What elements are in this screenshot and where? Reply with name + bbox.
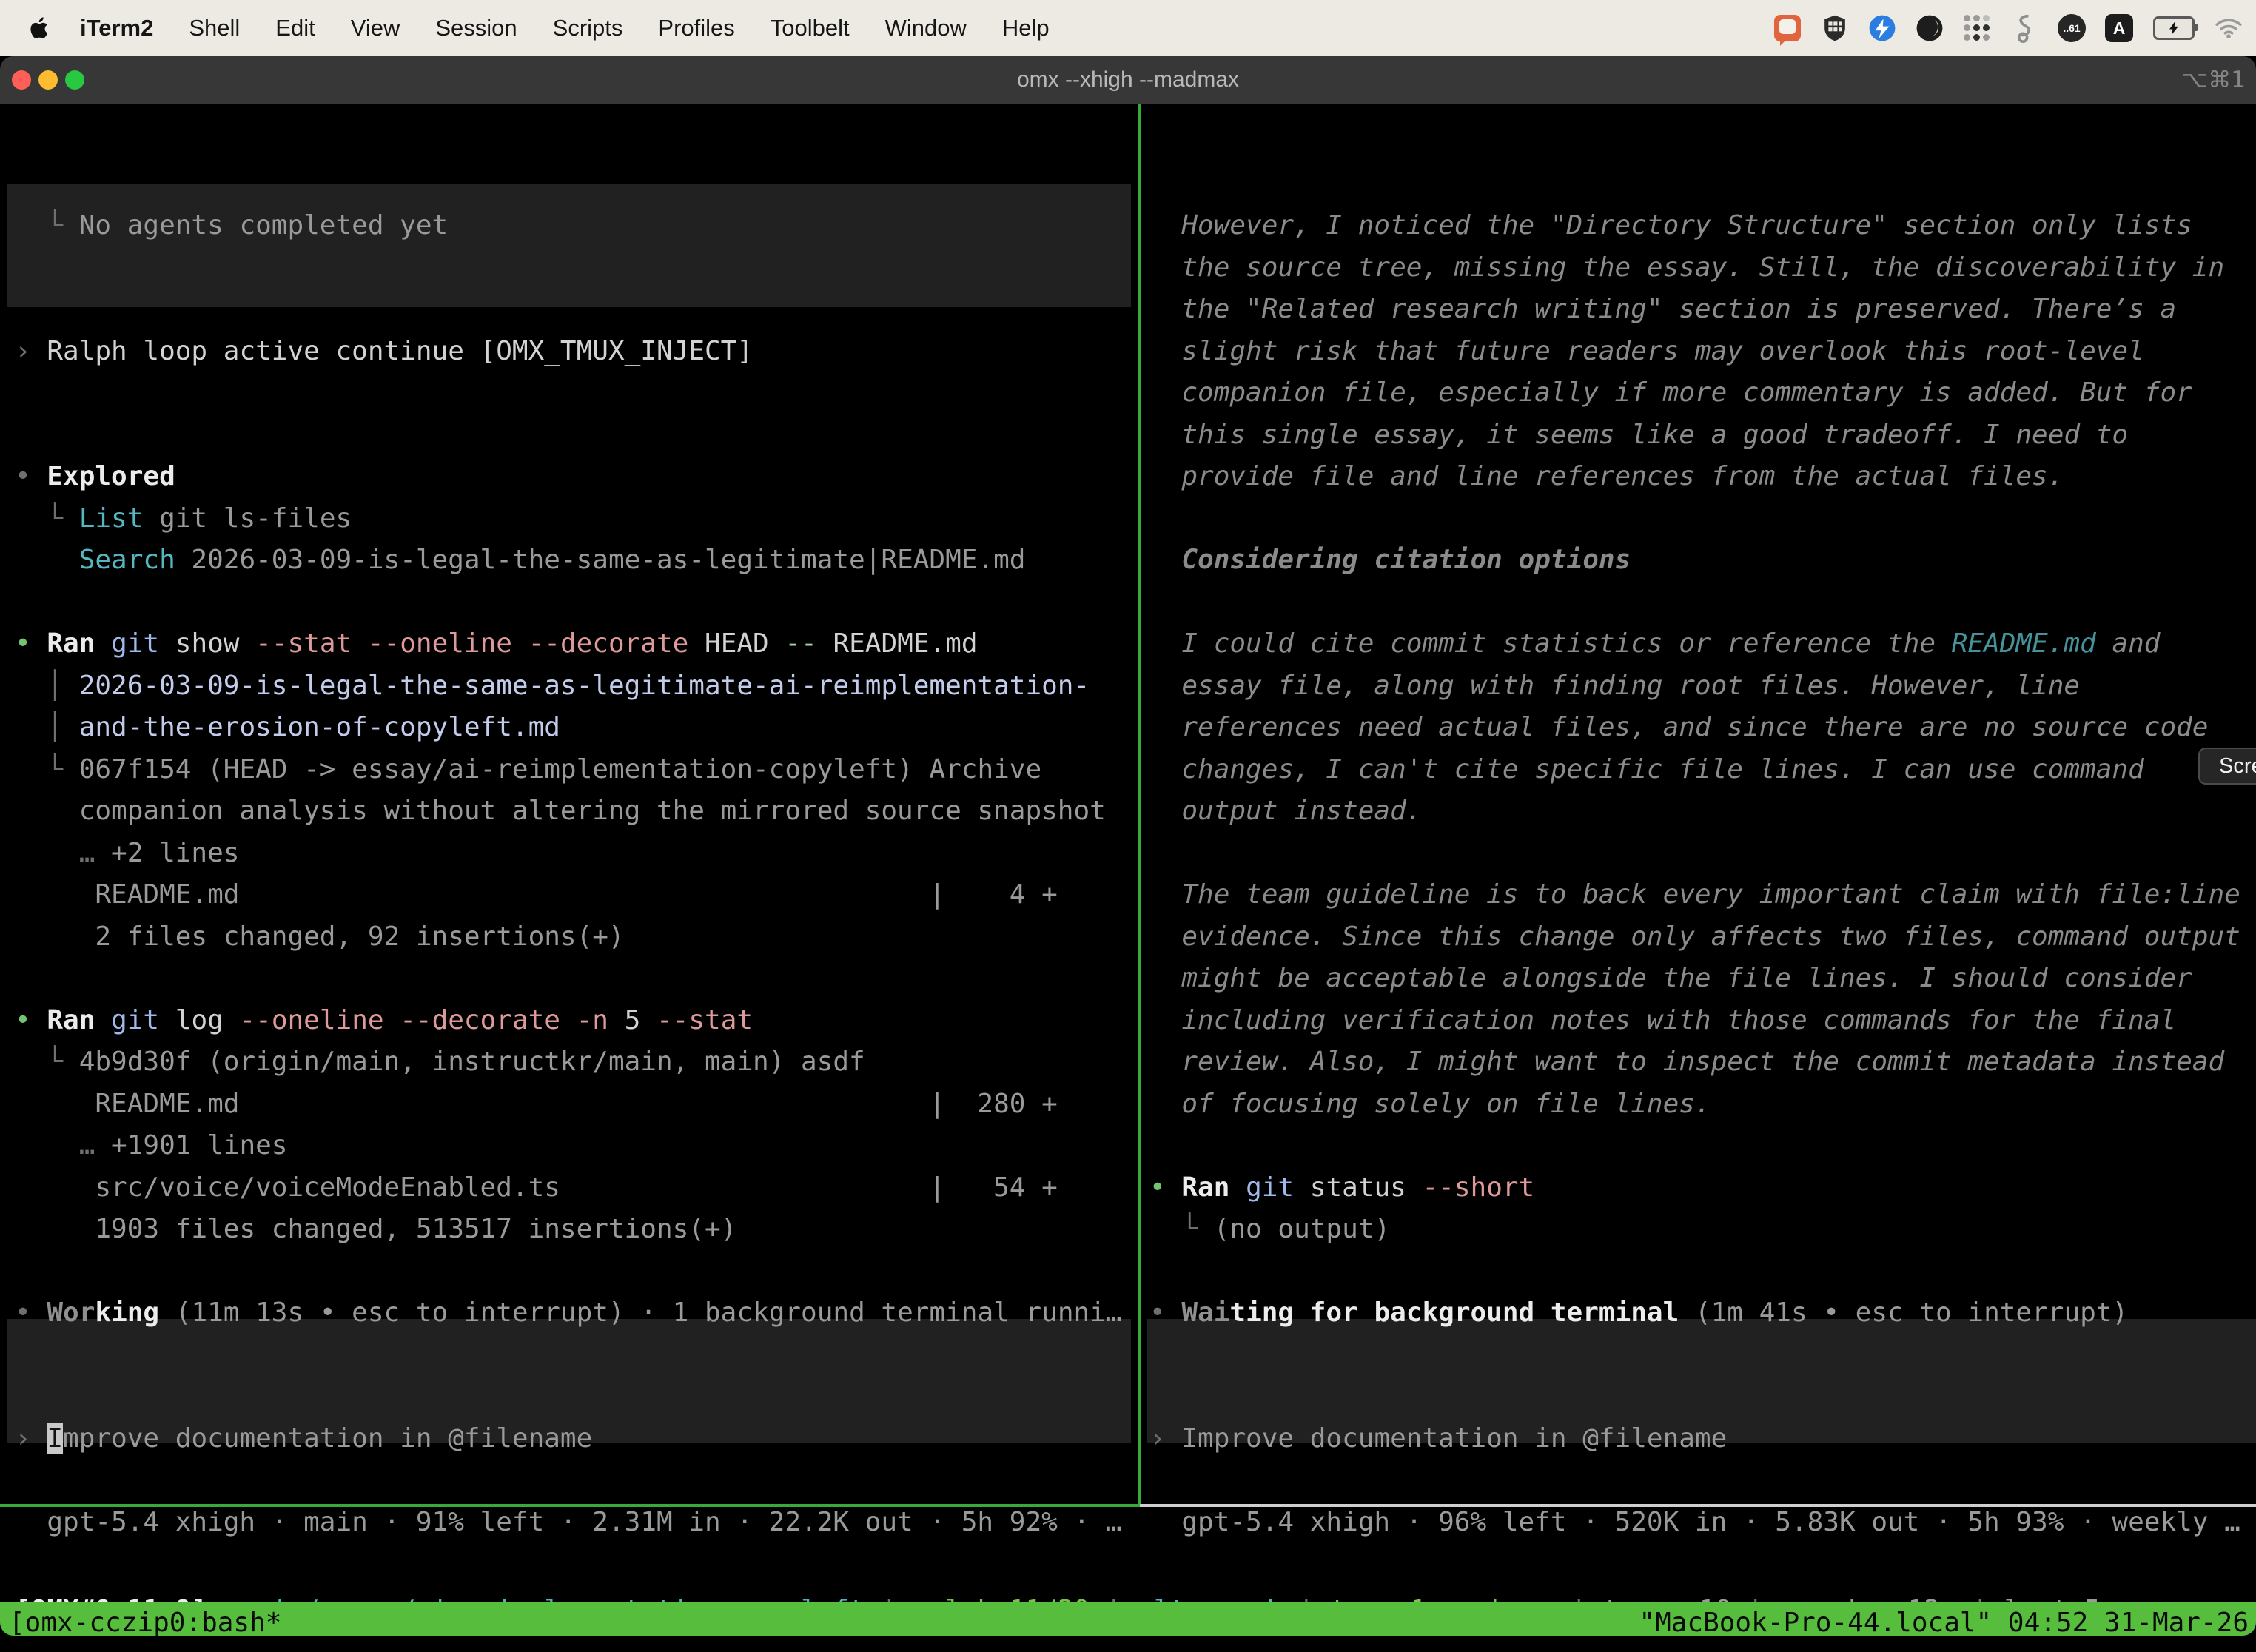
blue-bolt-icon[interactable] bbox=[1868, 14, 1896, 42]
terminal-line: of focusing solely on file lines. bbox=[1149, 1084, 1711, 1126]
terminal-line: 1903 files changed, 513517 insertions(+) bbox=[15, 1209, 736, 1251]
terminal-line: the source tree, missing the essay. Stil… bbox=[1149, 247, 2224, 289]
window-shortcut-badge: ⌥⌘1 bbox=[2182, 56, 2246, 104]
menu-item-view[interactable]: View bbox=[333, 15, 418, 41]
menu-item-toolbelt[interactable]: Toolbelt bbox=[753, 15, 867, 41]
tmux-host-clock-label: "MacBook-Pro-44.local" 04:52 31-Mar-26 bbox=[1639, 1602, 2249, 1636]
menu-bar-status-icons: ..61 A bbox=[1773, 0, 2243, 56]
terminal-line: companion analysis without altering the … bbox=[15, 790, 1106, 833]
menu-item-window[interactable]: Window bbox=[867, 15, 984, 41]
terminal-line: changes, I can't cite specific file line… bbox=[1149, 749, 2144, 791]
terminal-line: └ 4b9d30f (origin/main, instructkr/main,… bbox=[15, 1041, 865, 1084]
terminal-line: src/voice/voiceModeEnabled.ts | 54 + bbox=[15, 1167, 1058, 1209]
crescent-moon-icon[interactable] bbox=[1916, 14, 1944, 42]
terminal-line: slight risk that future readers may over… bbox=[1149, 331, 2144, 373]
screen-share-overlay[interactable]: Scre bbox=[2198, 748, 2256, 785]
terminal-line: README.md | 280 + bbox=[15, 1084, 1058, 1126]
terminal-line: provide file and line references from th… bbox=[1149, 456, 2064, 498]
menu-item-shell[interactable]: Shell bbox=[171, 15, 258, 41]
terminal-line: evidence. Since this change only affects… bbox=[1149, 916, 2240, 958]
terminal-line: might be acceptable alongside the file l… bbox=[1149, 958, 2192, 1000]
terminal-line: review. Also, I might want to inspect th… bbox=[1149, 1041, 2224, 1084]
network-badge-icon[interactable]: ..61 bbox=[2058, 14, 2086, 42]
terminal-line: references need actual files, and since … bbox=[1149, 707, 2208, 749]
terminal-line: the "Related research writing" section i… bbox=[1149, 289, 2176, 331]
menu-item-session[interactable]: Session bbox=[417, 15, 534, 41]
window-title: omx --xhigh --madmax bbox=[0, 56, 2256, 104]
menu-item-scripts[interactable]: Scripts bbox=[535, 15, 641, 41]
pane-divider-vertical[interactable] bbox=[1138, 104, 1141, 1504]
terminal-line: └ 067f154 (HEAD -> essay/ai-reimplementa… bbox=[15, 749, 1041, 791]
battery-icon[interactable] bbox=[2152, 14, 2195, 42]
terminal-line: 2 files changed, 92 insertions(+) bbox=[15, 916, 625, 958]
terminal-line: └ List git ls-files bbox=[15, 498, 352, 540]
iterm2-window: omx --xhigh --madmax ⌥⌘1 └ No agents com… bbox=[0, 56, 2256, 1636]
terminal-line: • Ran git status --short bbox=[1149, 1167, 1534, 1209]
menu-item-iterm2[interactable]: iTerm2 bbox=[62, 15, 171, 41]
tmux-session-window-label[interactable]: [omx-cczip0:bash* bbox=[9, 1602, 281, 1636]
menu-bar: iTerm2ShellEditViewSessionScriptsProfile… bbox=[0, 0, 2256, 56]
terminal-line: output instead. bbox=[1149, 790, 1422, 833]
terminal-line: └ (no output) bbox=[1149, 1209, 1390, 1251]
input-source-icon[interactable]: A bbox=[2105, 14, 2133, 42]
apple-logo-icon[interactable] bbox=[30, 16, 52, 41]
waiting-status: • Waiting for background terminal (1m 41… bbox=[1149, 1292, 2128, 1334]
terminal-line: │ 2026-03-09-is-legal-the-same-as-legiti… bbox=[15, 665, 1090, 708]
terminal-line: … +1901 lines bbox=[15, 1125, 287, 1167]
prompt-input[interactable]: › Improve documentation in @filename bbox=[15, 1418, 592, 1460]
thinking-heading: Considering citation options bbox=[1149, 540, 1631, 582]
terminal-line: this single essay, it seems like a good … bbox=[1149, 414, 2128, 457]
working-status: • Working (11m 13s • esc to interrupt) ·… bbox=[15, 1292, 1122, 1334]
menu-items: iTerm2ShellEditViewSessionScriptsProfile… bbox=[62, 15, 1067, 41]
dots-grid-icon[interactable] bbox=[1963, 14, 1991, 42]
shield-icon[interactable] bbox=[1821, 14, 1849, 42]
terminal-line: README.md | 4 + bbox=[15, 874, 1058, 916]
window-title-bar[interactable]: omx --xhigh --madmax ⌥⌘1 bbox=[0, 56, 2256, 104]
terminal-content: └ No agents completed yet › Ralph loop ac… bbox=[0, 104, 2256, 1636]
wifi-icon[interactable] bbox=[2215, 14, 2243, 42]
terminal-line: └ No agents completed yet bbox=[15, 205, 448, 247]
terminal-line: companion file, especially if more comme… bbox=[1149, 372, 2192, 414]
ralph-loop-banner: › Ralph loop active continue [OMX_TMUX_I… bbox=[15, 331, 753, 373]
terminal-line: │ and-the-erosion-of-copyleft.md bbox=[15, 707, 560, 749]
terminal-line: essay file, along with finding root file… bbox=[1149, 665, 2080, 708]
terminal-line: I could cite commit statistics or refere… bbox=[1149, 623, 2160, 665]
terminal-line: • Ran git log --oneline --decorate -n 5 … bbox=[15, 1000, 753, 1042]
tmux-status-bar: [omx-cczip0:bash* "MacBook-Pro-44.local"… bbox=[0, 1602, 2256, 1636]
terminal-line: … +2 lines bbox=[15, 833, 239, 875]
menu-item-edit[interactable]: Edit bbox=[258, 15, 332, 41]
terminal-line: The team guideline is to back every impo… bbox=[1149, 874, 2240, 916]
terminal-line: • Explored bbox=[15, 456, 175, 498]
terminal-line: Search 2026-03-09-is-legal-the-same-as-l… bbox=[15, 540, 1025, 582]
chat-app-icon[interactable] bbox=[1773, 14, 1802, 42]
menu-item-help[interactable]: Help bbox=[984, 15, 1067, 41]
model-statusline: gpt-5.4 xhigh · main · 91% left · 2.31M … bbox=[15, 1502, 1122, 1544]
squiggle-icon[interactable] bbox=[2010, 14, 2038, 42]
prompt-input[interactable]: › Improve documentation in @filename bbox=[1149, 1418, 1727, 1460]
terminal-line: including verification notes with those … bbox=[1149, 1000, 2176, 1042]
model-statusline: gpt-5.4 xhigh · 96% left · 520K in · 5.8… bbox=[1149, 1502, 2240, 1544]
terminal-line: However, I noticed the "Directory Struct… bbox=[1149, 205, 2192, 247]
menu-item-profiles[interactable]: Profiles bbox=[640, 15, 752, 41]
terminal-line: • Ran git show --stat --oneline --decora… bbox=[15, 623, 978, 665]
